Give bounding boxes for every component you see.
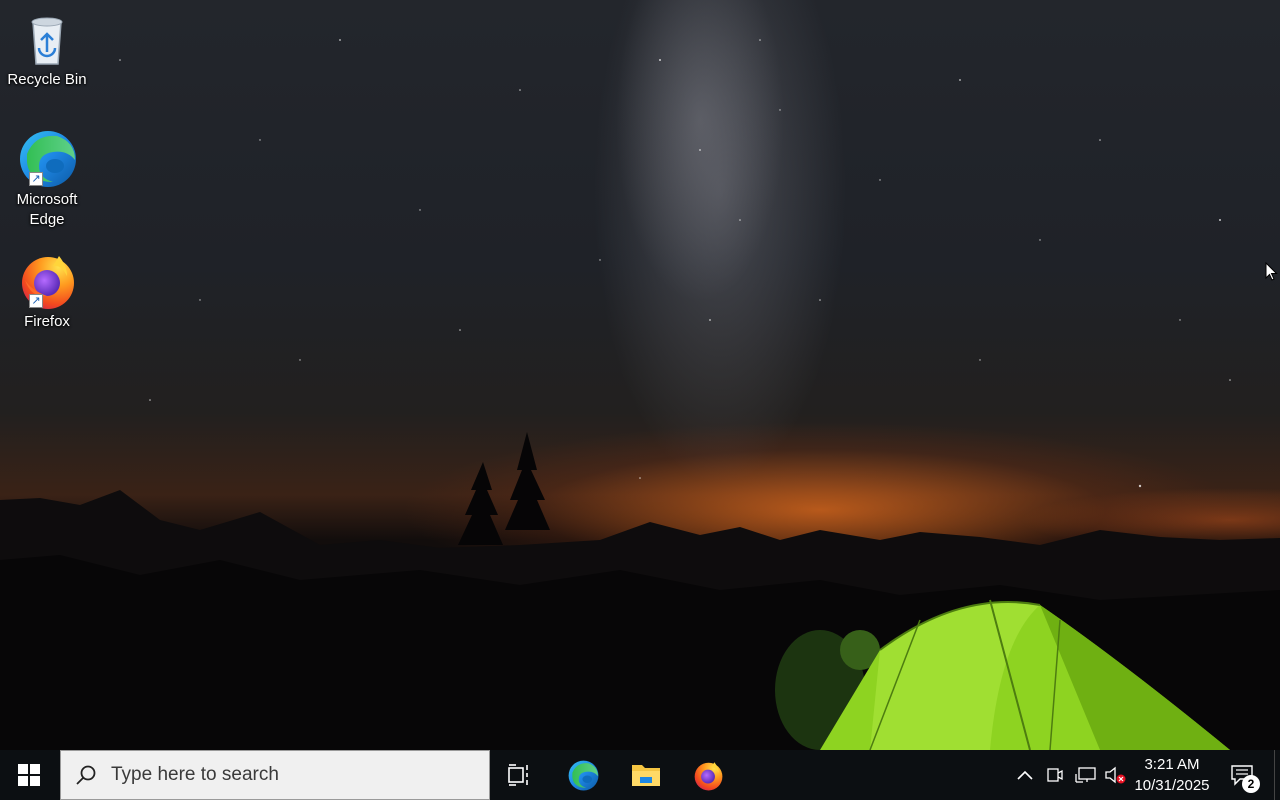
taskbar-edge-button[interactable] [554, 750, 612, 800]
clock-date: 10/31/2025 [1134, 777, 1210, 794]
network-button[interactable] [1072, 750, 1100, 800]
show-hidden-icons-button[interactable] [1012, 750, 1038, 800]
taskbar-file-explorer-button[interactable] [617, 750, 675, 800]
taskbar: Type here to search 3:21 AM 10/31/2025 2 [0, 750, 1280, 800]
volume-muted-icon [1105, 766, 1126, 784]
meet-now-button[interactable] [1042, 750, 1068, 800]
taskbar-clock[interactable]: 3:21 AM 10/31/2025 [1128, 754, 1216, 796]
taskbar-search-box[interactable]: Type here to search [60, 750, 490, 800]
taskbar-firefox-button[interactable] [679, 750, 737, 800]
windows-logo-icon [18, 764, 40, 786]
recycle-bin-icon [17, 8, 77, 68]
clock-time: 3:21 AM [1144, 756, 1200, 773]
desktop-icon-label-line2: Edge [29, 211, 65, 228]
desktop-icon-microsoft-edge[interactable]: ↗ Microsoft Edge [4, 128, 90, 230]
start-button[interactable] [0, 750, 58, 800]
chevron-up-icon [1017, 770, 1033, 780]
desktop-wallpaper [0, 0, 1280, 750]
stars [119, 39, 1231, 488]
pine-trees [458, 432, 550, 545]
desktop-icon-label: Recycle Bin [7, 71, 87, 88]
edge-icon: ↗ [17, 128, 77, 188]
meet-now-icon [1047, 768, 1063, 782]
search-placeholder: Type here to search [111, 764, 279, 785]
search-icon [61, 764, 111, 786]
shortcut-arrow-icon: ↗ [29, 172, 43, 186]
task-view-icon [508, 764, 528, 786]
network-icon [1075, 767, 1096, 783]
volume-button[interactable] [1102, 750, 1128, 800]
shortcut-arrow-icon: ↗ [29, 294, 43, 308]
desktop-icon-recycle-bin[interactable]: Recycle Bin [4, 8, 90, 90]
firefox-icon: ↗ [17, 250, 77, 310]
notification-count-badge: 2 [1242, 775, 1260, 793]
desktop-icon-label: Firefox [24, 313, 70, 330]
task-view-button[interactable] [491, 750, 549, 800]
mouse-cursor-icon [1265, 261, 1279, 287]
edge-icon [568, 760, 599, 791]
folder-icon [632, 765, 660, 786]
action-center-button[interactable]: 2 [1222, 750, 1262, 800]
firefox-icon [694, 762, 723, 791]
desktop-icon-label-line1: Microsoft [16, 191, 78, 208]
wallpaper-scene [0, 39, 1280, 750]
desktop-icon-firefox[interactable]: ↗ Firefox [4, 250, 90, 332]
show-desktop-button[interactable] [1274, 750, 1280, 800]
